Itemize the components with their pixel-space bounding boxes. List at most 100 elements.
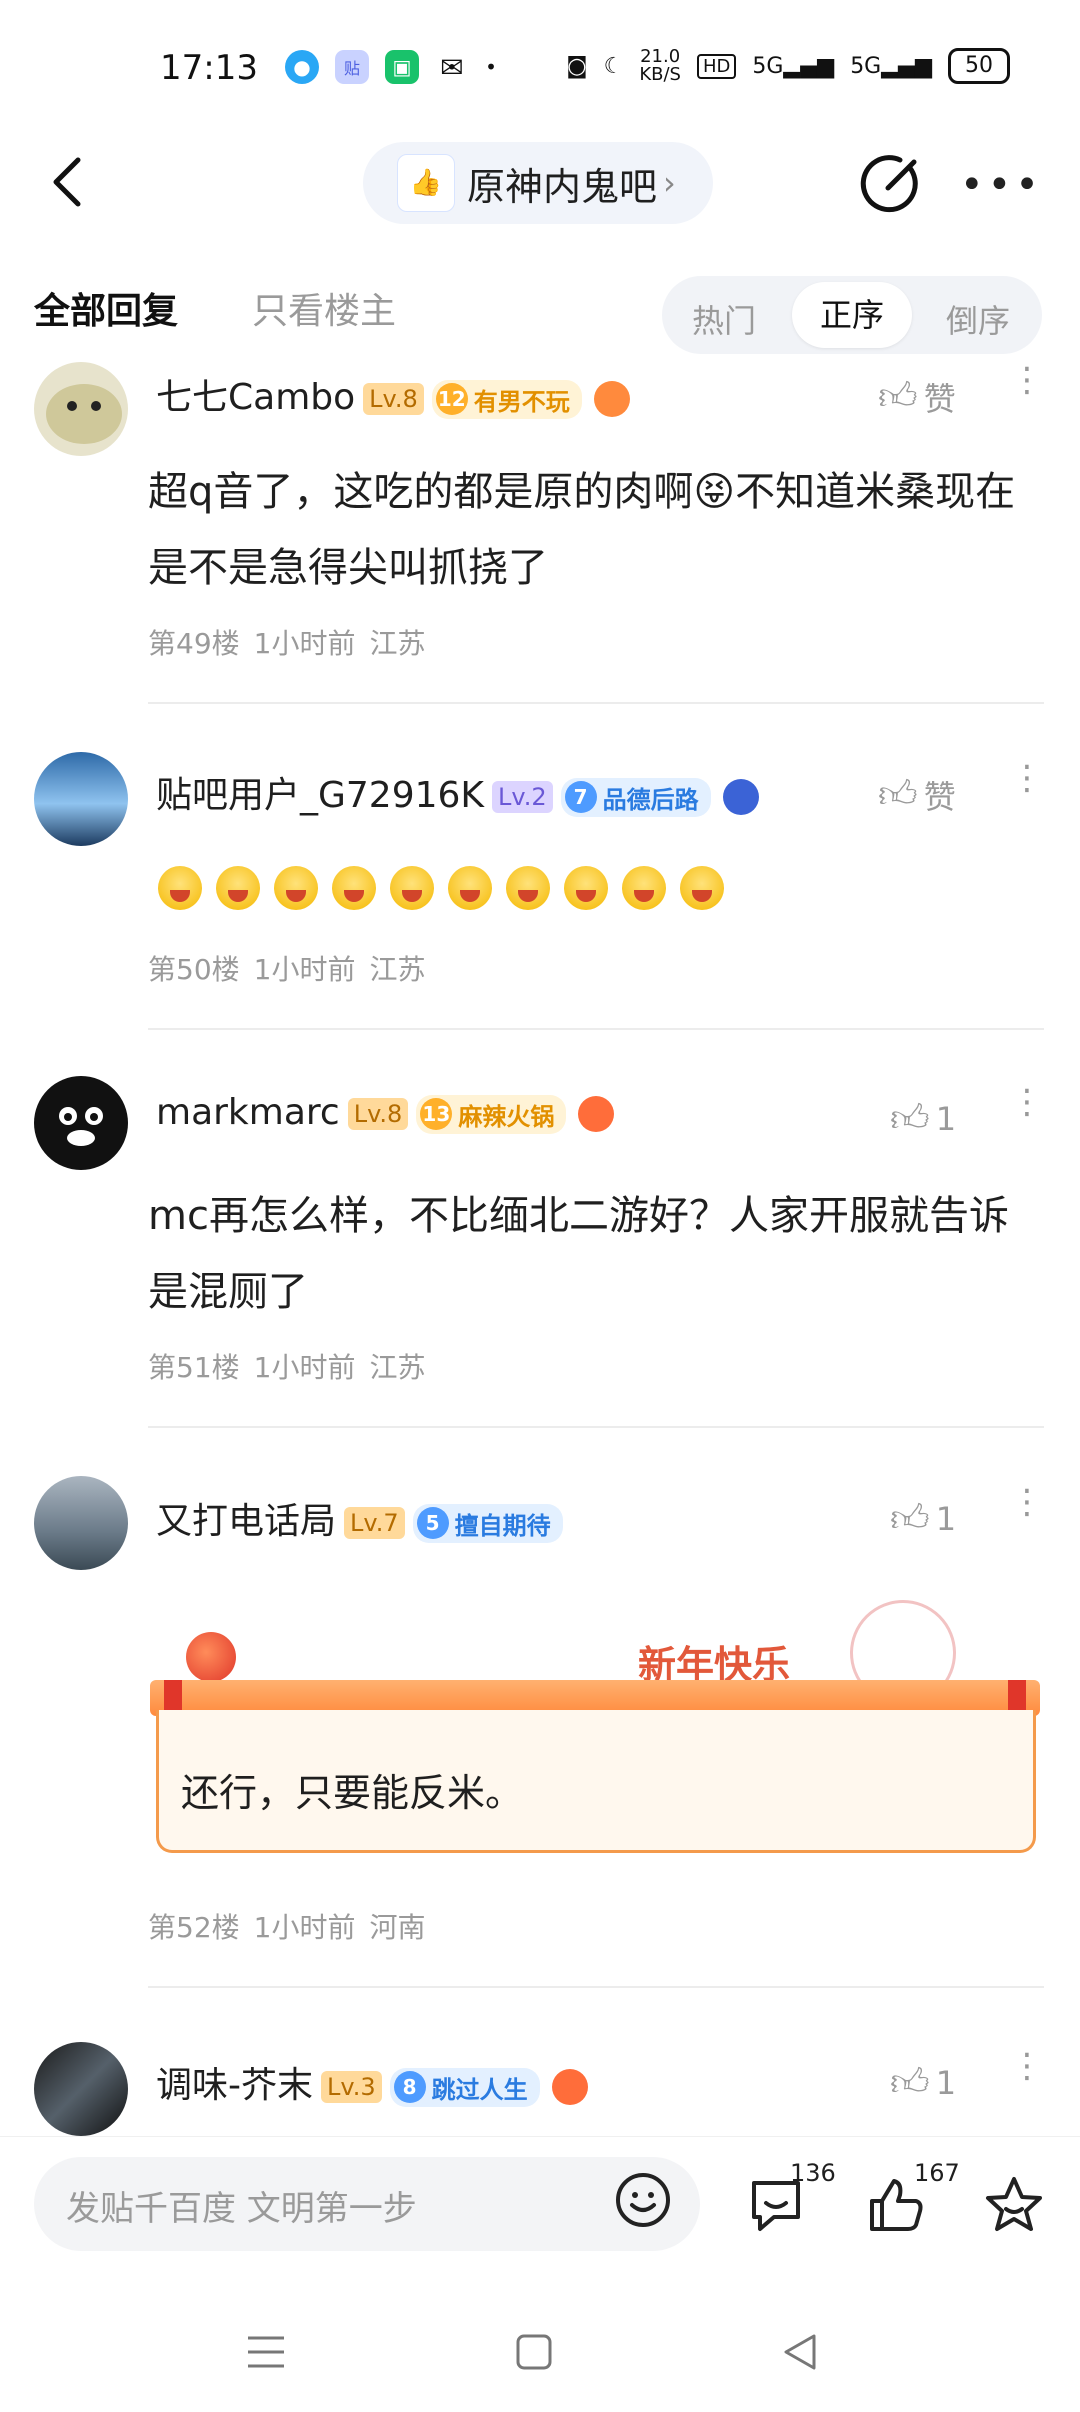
post-time: 1小时前	[253, 1911, 356, 1944]
divider	[148, 1426, 1044, 1428]
like-button[interactable]: 👍︎ 赞	[878, 772, 956, 818]
username[interactable]: 又打电话局	[156, 1501, 336, 1542]
more-vertical-icon[interactable]: ⋮	[1010, 2049, 1044, 2083]
like-button[interactable]: 👍︎ 赞	[878, 374, 956, 420]
username-row: markmarc Lv.8 13 麻辣火锅	[156, 1092, 615, 1134]
laughing-emoji-icon	[158, 866, 202, 910]
star-favorite-icon[interactable]	[982, 2173, 1046, 2237]
reply-content: 还行，只要能反米。	[181, 1771, 524, 1815]
battery-indicator: 50	[948, 48, 1010, 84]
dot-icon: •	[485, 55, 497, 79]
username[interactable]: 贴吧用户_G72916K	[156, 775, 484, 816]
username[interactable]: markmarc	[156, 1092, 340, 1133]
like-button[interactable]: 👍︎ 1	[890, 2060, 956, 2106]
more-vertical-icon[interactable]: ⋮	[1010, 363, 1044, 397]
forum-badge: 13 麻辣火锅	[416, 1094, 567, 1134]
laughing-emoji-icon	[332, 866, 376, 910]
reply-meta: 第49楼 1小时前 江苏	[148, 622, 439, 662]
forum-badge: 7 品德后路	[560, 777, 711, 817]
top-nav: 👍 原神内鬼吧 › •••	[0, 130, 1080, 240]
more-vertical-icon[interactable]: ⋮	[1010, 761, 1044, 795]
post-location: 江苏	[369, 627, 426, 660]
reply-bar: 发贴千百度 文明第一步 136 167	[0, 2136, 1080, 2267]
reply-meta: 第50楼 1小时前 江苏	[148, 948, 439, 988]
username[interactable]: 调味-芥末	[156, 2065, 313, 2106]
network-type-1: 5G	[752, 53, 784, 79]
more-options-icon[interactable]: •••	[960, 162, 1043, 208]
back-triangle-icon[interactable]	[778, 2330, 822, 2374]
forum-badge: 12 有男不玩	[431, 379, 582, 419]
like-button[interactable]: 👍︎ 1	[890, 1096, 956, 1142]
system-nav-bar	[0, 2290, 1080, 2412]
laughing-emoji-icon	[622, 866, 666, 910]
divider	[148, 1028, 1044, 1030]
medal-icon	[722, 779, 759, 815]
share-edit-icon[interactable]	[860, 150, 926, 216]
avatar[interactable]	[34, 362, 128, 456]
like-total-count: 167	[914, 2159, 960, 2187]
level-badge: Lv.7	[344, 1507, 405, 1539]
tab-op-only[interactable]: 只看楼主	[252, 282, 396, 334]
avatar[interactable]	[34, 752, 128, 846]
badge-number: 12	[435, 383, 468, 415]
like-count: 1	[935, 1100, 957, 1138]
moon-icon: ☾	[603, 53, 624, 79]
network-speed: 21.0 KB/S	[639, 48, 681, 84]
laughing-emoji-icon	[390, 866, 434, 910]
forum-title-pill[interactable]: 👍 原神内鬼吧 ›	[363, 142, 713, 224]
status-time: 17:13	[160, 48, 258, 88]
laughing-emoji-icon	[274, 866, 318, 910]
like-button[interactable]: 👍︎ 1	[890, 1496, 956, 1542]
level-badge: Lv.8	[363, 383, 424, 415]
badge-label: 麻辣火锅	[458, 1102, 555, 1131]
avatar[interactable]	[34, 1476, 128, 1570]
thumbs-up-icon: 👍︎	[878, 772, 918, 816]
home-square-icon[interactable]	[512, 2330, 556, 2374]
floor-number: 第52楼	[148, 1911, 240, 1944]
menu-icon[interactable]	[244, 2330, 288, 2374]
avatar[interactable]	[34, 2042, 128, 2136]
like-count: 1	[935, 2064, 957, 2102]
reply-input[interactable]: 发贴千百度 文明第一步	[34, 2157, 700, 2251]
network-type-2: 5G	[850, 53, 882, 79]
more-vertical-icon[interactable]: ⋮	[1010, 1485, 1044, 1519]
more-vertical-icon[interactable]: ⋮	[1010, 1085, 1044, 1119]
badge-label: 跳过人生	[431, 2075, 528, 2104]
badge-number: 7	[564, 781, 597, 813]
avatar[interactable]	[34, 1076, 128, 1170]
username[interactable]: 七七Cambo	[156, 377, 355, 418]
new-year-bubble: 新年快乐 还行，只要能反米。	[150, 1600, 1040, 1860]
app-store-icon: ▣	[385, 50, 419, 84]
post-time: 1小时前	[253, 1351, 356, 1384]
forum-logo: 👍	[397, 154, 455, 212]
avatar-image	[59, 1107, 103, 1146]
laughing-emoji-icon	[564, 866, 608, 910]
username-row: 贴吧用户_G72916K Lv.2 7 品德后路	[156, 766, 759, 818]
sort-hot[interactable]: 热门	[692, 296, 756, 342]
reply-filter-row: 全部回复 只看楼主 热门 正序 倒序	[0, 270, 1080, 366]
thumbs-up-icon: 👍︎	[890, 1496, 930, 1540]
sort-ascending[interactable]: 正序	[792, 282, 912, 348]
avatar-image	[46, 384, 122, 444]
emoji-smile-icon[interactable]	[614, 2171, 672, 2229]
forum-badge: 5 擅自期待	[412, 1503, 563, 1543]
sort-descending[interactable]: 倒序	[946, 296, 1010, 342]
divider	[148, 702, 1044, 704]
reply-meta: 第52楼 1小时前 河南	[148, 1906, 439, 1946]
emoji-row	[158, 848, 1038, 928]
badge-number: 5	[416, 1507, 449, 1539]
reply-meta: 第51楼 1小时前 江苏	[148, 1346, 439, 1386]
post-time: 1小时前	[253, 627, 356, 660]
username-row: 又打电话局 Lv.7 5 擅自期待	[156, 1492, 563, 1544]
status-bar: 17:13 ● 贴 ▣ ✉ • ◙ ☾ 21.0 KB/S HD 5G▂▄▆ 5…	[0, 0, 1080, 130]
divider	[148, 1986, 1044, 1988]
tab-all-replies[interactable]: 全部回复	[34, 282, 178, 334]
status-indicators: ◙ ☾ 21.0 KB/S HD 5G▂▄▆ 5G▂▄▆ 50	[566, 48, 1010, 84]
medal-icon	[593, 381, 630, 417]
thumbs-up-icon: 👍︎	[890, 1096, 930, 1140]
reply-content: 超q音了，这吃的都是原的肉啊😝不知道米桑现在是不是急得尖叫抓挠了	[148, 469, 1016, 591]
hd-badge: HD	[696, 53, 737, 79]
badge-number: 13	[420, 1098, 453, 1130]
back-arrow-icon[interactable]	[40, 152, 100, 212]
username-row: 七七Cambo Lv.8 12 有男不玩	[156, 368, 630, 420]
